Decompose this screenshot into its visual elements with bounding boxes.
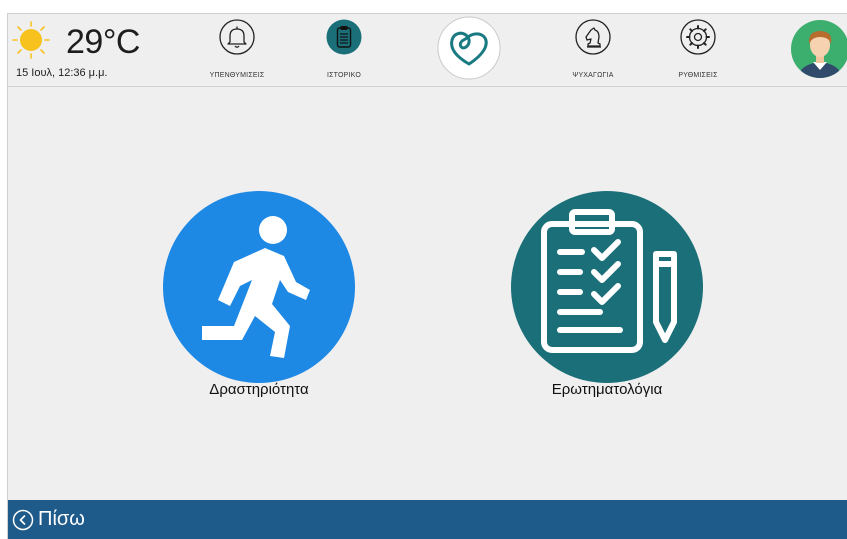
clipboard-icon [326, 19, 362, 55]
bottom-bar: Πίσω [8, 500, 847, 539]
chevron-left-icon [12, 509, 34, 531]
back-label: Πίσω [38, 508, 85, 530]
weather-widget: 29°C 15 Ιουλ, 12:36 μ.μ. [8, 14, 188, 86]
profile-avatar-button[interactable] [789, 14, 847, 86]
nav-entertainment-label: ΨΥΧΑΓΩΓΙΑ [572, 72, 614, 79]
chess-knight-icon [575, 19, 611, 55]
checklist-clipboard-icon [511, 191, 703, 383]
nav-history-label: ΙΣΤΟΡΙΚΟ [327, 72, 361, 79]
bell-icon [219, 19, 255, 55]
nav-entertainment[interactable]: ΨΥΧΑΓΩΓΙΑ [554, 14, 632, 86]
questionnaires-button[interactable] [510, 190, 704, 384]
nav-settings[interactable]: ΡΥΘΜΙΣΕΙΣ [660, 14, 736, 86]
nav-home[interactable] [435, 14, 503, 86]
nav-reminders[interactable]: ΥΠΕΝΘΥΜΙΣΕΙΣ [198, 14, 276, 86]
temperature: 29°C [66, 23, 140, 61]
sun-icon [12, 21, 50, 59]
date-time: 15 Ιουλ, 12:36 μ.μ. [16, 67, 108, 79]
nav-settings-label: ΡΥΘΜΙΣΕΙΣ [678, 72, 718, 79]
nav-reminders-label: ΥΠΕΝΘΥΜΙΣΕΙΣ [209, 72, 265, 79]
top-bar: 29°C 15 Ιουλ, 12:36 μ.μ. ΥΠΕΝΘΥΜΙΣΕΙΣ ΙΣ… [8, 14, 847, 87]
gear-icon [680, 19, 716, 55]
back-button[interactable]: Πίσω [12, 500, 132, 539]
running-person-icon [163, 191, 355, 383]
activity-button[interactable] [162, 190, 356, 384]
activity-label: Δραστηριότητα [209, 381, 309, 398]
heart-logo-icon [437, 16, 501, 80]
avatar [791, 20, 847, 78]
nav-history[interactable]: ΙΣΤΟΡΙΚΟ [304, 14, 384, 86]
questionnaires-label: Ερωτηματολόγια [551, 381, 663, 398]
app-window: 29°C 15 Ιουλ, 12:36 μ.μ. ΥΠΕΝΘΥΜΙΣΕΙΣ ΙΣ… [7, 13, 847, 539]
